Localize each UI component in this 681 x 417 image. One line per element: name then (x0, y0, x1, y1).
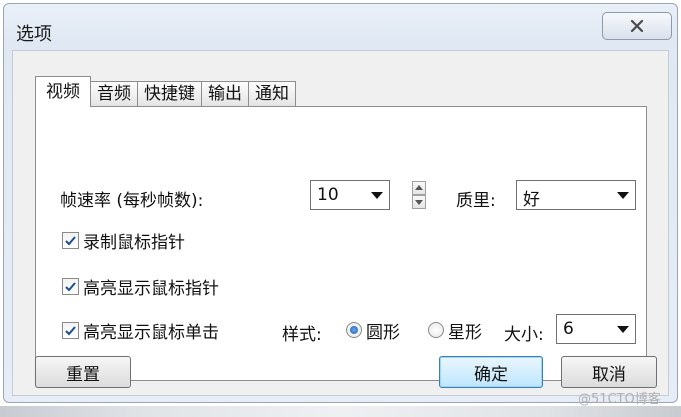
chevron-down-icon (617, 192, 629, 199)
close-button[interactable] (602, 12, 672, 40)
background-strip (0, 406, 681, 417)
frame-rate-select[interactable]: 10 (310, 180, 390, 210)
highlight-pointer-label: 高亮显示鼠标指针 (83, 278, 219, 299)
style-star-label: 星形 (448, 322, 482, 343)
frame-rate-spinner (412, 181, 426, 209)
style-label: 样式: (282, 325, 322, 345)
size-select[interactable]: 6 (556, 314, 636, 344)
record-pointer-label: 录制鼠标指针 (83, 232, 185, 253)
size-value: 6 (563, 319, 574, 339)
record-pointer-checkbox[interactable]: 录制鼠标指针 (62, 229, 185, 253)
tab-output[interactable]: 输出 (201, 81, 249, 107)
watermark: @51CTO博客 (578, 392, 661, 407)
checkbox-box (62, 321, 79, 339)
tab-strip: 视频 音频 快捷键 输出 通知 (35, 75, 296, 107)
close-icon (630, 19, 644, 33)
checkmark-icon (65, 325, 76, 335)
checkbox-box (62, 277, 79, 295)
dialog-body: 视频 音频 快捷键 输出 通知 帧速率 (每秒帧数): 10 质里: 好 录制鼠… (12, 50, 669, 396)
tab-video[interactable]: 视频 (35, 76, 91, 107)
chevron-down-icon (617, 326, 629, 333)
reset-button[interactable]: 重置 (35, 356, 131, 388)
ok-button[interactable]: 确定 (439, 356, 543, 388)
highlight-click-label: 高亮显示鼠标单击 (83, 322, 219, 343)
video-settings-panel: 帧速率 (每秒帧数): 10 质里: 好 录制鼠标指针 高亮显示鼠标指针 高亮显… (35, 106, 647, 381)
highlight-click-checkbox[interactable]: 高亮显示鼠标单击 (62, 319, 219, 343)
tab-shortcuts[interactable]: 快捷键 (137, 81, 202, 107)
options-dialog: 选项 视频 音频 快捷键 输出 通知 帧速率 (每秒帧数): 10 质里: 好 … (3, 3, 678, 403)
quality-select[interactable]: 好 (516, 180, 636, 210)
checkbox-box (62, 231, 79, 249)
style-radio-star[interactable]: 星形 (428, 319, 482, 343)
tab-notifications[interactable]: 通知 (248, 81, 296, 107)
dialog-title: 选项 (16, 24, 52, 45)
cancel-button[interactable]: 取消 (561, 356, 657, 388)
frame-rate-value: 10 (317, 185, 339, 205)
quality-value: 好 (523, 190, 540, 210)
checkmark-icon (65, 235, 76, 245)
radio-selected-icon (346, 322, 362, 338)
checkmark-icon (65, 281, 76, 291)
arrow-up-icon (415, 185, 423, 190)
arrow-down-icon (415, 200, 423, 205)
quality-label: 质里: (456, 191, 496, 211)
tab-audio[interactable]: 音频 (90, 81, 138, 107)
frame-rate-decrement-button[interactable] (412, 195, 426, 209)
radio-unselected-icon (428, 322, 444, 338)
highlight-pointer-checkbox[interactable]: 高亮显示鼠标指针 (62, 275, 219, 299)
frame-rate-increment-button[interactable] (412, 181, 426, 195)
chevron-down-icon (371, 192, 383, 199)
style-circle-label: 圆形 (366, 322, 400, 343)
size-label: 大小: (504, 325, 544, 345)
title-bar[interactable]: 选项 (4, 4, 677, 52)
style-radio-circle[interactable]: 圆形 (346, 319, 400, 343)
frame-rate-label: 帧速率 (每秒帧数): (60, 191, 204, 211)
